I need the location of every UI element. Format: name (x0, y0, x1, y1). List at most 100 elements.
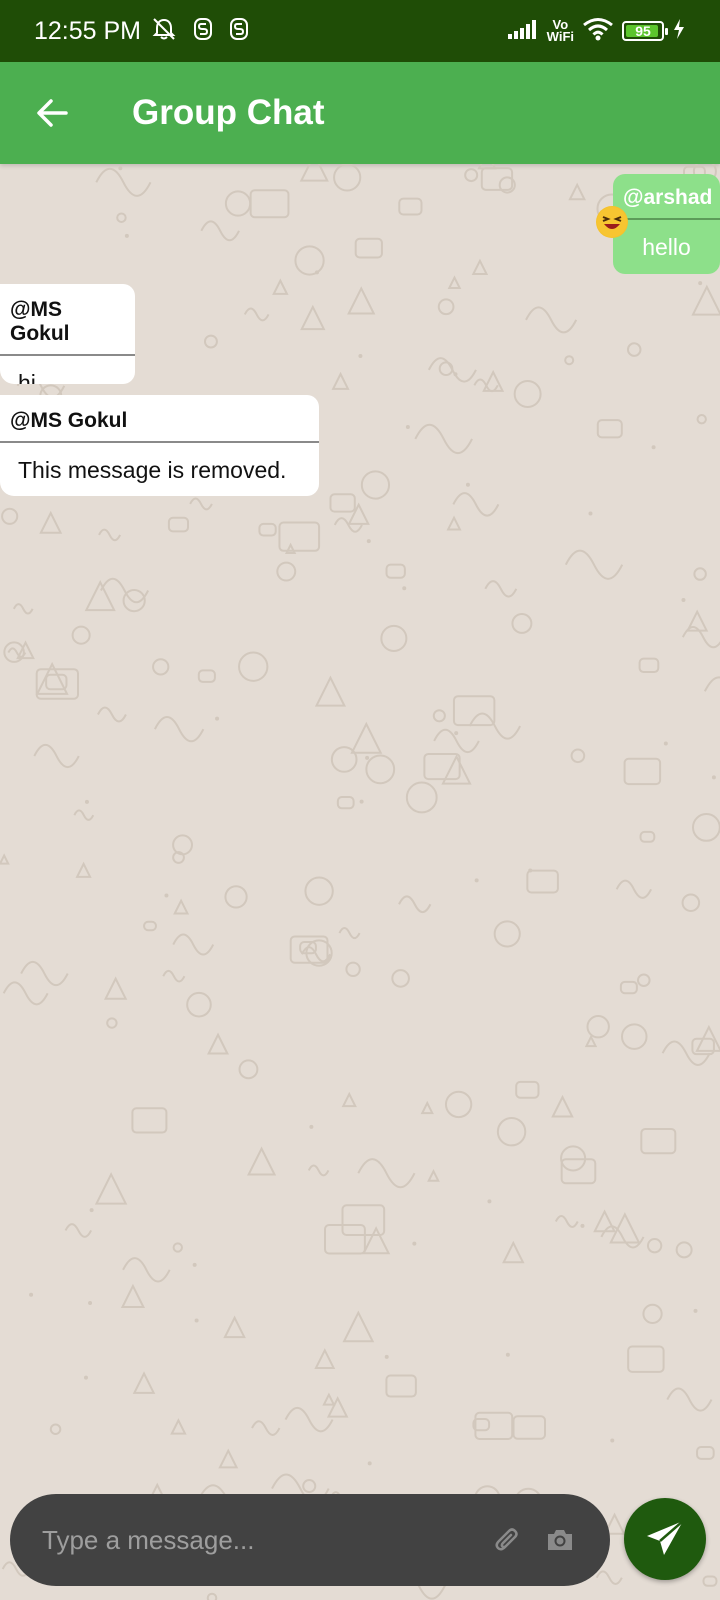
doodle-shape (438, 361, 454, 377)
s-app-icon (229, 17, 249, 46)
doodle-shape (526, 869, 559, 894)
doodle-shape (513, 380, 542, 409)
doodle-shape (639, 830, 656, 843)
doodle-shape (502, 1240, 525, 1264)
doodle-shape (512, 1415, 546, 1440)
doodle-shape (88, 1301, 93, 1306)
doodle-shape (98, 528, 122, 542)
doodle-shape (627, 1345, 665, 1373)
doodle-shape (197, 669, 216, 683)
laughing-emoji-icon[interactable] (596, 206, 628, 238)
doodle-shape (73, 809, 95, 821)
doodle-shape (120, 1283, 146, 1309)
doodle-shape (347, 502, 370, 525)
doodle-shape (49, 1423, 62, 1435)
doodle-shape (284, 1406, 334, 1433)
doodle-shape (39, 510, 63, 534)
doodle-shape (405, 425, 410, 430)
send-button[interactable] (624, 1498, 706, 1580)
doodle-shape (437, 298, 455, 316)
doodle-shape (329, 493, 356, 513)
doodle-shape (206, 1592, 218, 1600)
doodle-shape (357, 1158, 416, 1189)
message-sender: @MS Gokul (0, 395, 319, 443)
doodle-shape (471, 258, 489, 275)
doodle-shape (384, 1354, 389, 1359)
doodle-shape (238, 1059, 259, 1080)
doodle-shape (124, 233, 129, 238)
message-text: This message is removed. (18, 457, 287, 483)
doodle-shape (203, 334, 218, 349)
doodle-shape (106, 1017, 118, 1029)
doodle-shape (238, 651, 269, 682)
doodle-shape (691, 284, 720, 316)
doodle-shape (487, 1199, 492, 1204)
doodle-shape (640, 1127, 677, 1155)
doodle-shape (2, 981, 49, 1006)
doodle-shape (570, 748, 586, 764)
doodle-shape (354, 237, 383, 259)
doodle-shape (189, 497, 213, 511)
doodle-shape (528, 868, 533, 873)
doodle-shape (341, 1091, 357, 1108)
doodle-shape (345, 961, 361, 977)
paperclip-icon[interactable] (488, 1520, 528, 1560)
doodle-shape (515, 1080, 540, 1099)
message-bubble-incoming[interactable]: @MS Gokul hi (0, 284, 135, 384)
doodle-shape (192, 1262, 197, 1267)
doodle-shape (314, 1348, 336, 1369)
doodle-shape (170, 1418, 187, 1435)
message-bubble-outgoing[interactable]: @arshad hello (613, 174, 720, 274)
doodle-shape (560, 1158, 597, 1185)
doodle-shape (473, 378, 499, 393)
doodle-shape (551, 1094, 574, 1118)
doodle-shape (477, 164, 497, 170)
status-bar: 12:55 PM Vo WiFi 95 (0, 0, 720, 62)
doodle-shape (122, 1257, 171, 1283)
doodle-shape (276, 561, 297, 582)
vowifi-indicator: Vo WiFi (546, 18, 574, 44)
doodle-shape (380, 624, 408, 652)
doodle-shape (243, 307, 270, 322)
doodle-shape (223, 1315, 246, 1339)
doodle-shape (452, 492, 500, 517)
doodle-shape (663, 741, 668, 746)
doodle-shape (347, 286, 376, 315)
vowifi-bottom: WiFi (546, 29, 574, 44)
doodle-shape (89, 1208, 94, 1213)
doodle-shape (580, 1223, 585, 1228)
back-button[interactable] (0, 62, 104, 164)
doodle-shape (365, 754, 396, 785)
doodle-shape (172, 933, 215, 956)
doodle-shape (646, 1237, 663, 1254)
doodle-shape (391, 969, 410, 988)
message-sender: @MS Gokul (0, 284, 135, 356)
doodle-shape (333, 164, 362, 192)
doodle-shape (116, 212, 127, 223)
doodle-shape (465, 482, 470, 487)
doodle-shape (95, 167, 152, 197)
doodle-shape (33, 743, 80, 769)
doodle-shape (444, 1090, 473, 1119)
doodle-shape (1, 507, 19, 525)
message-bubble-incoming[interactable]: @MS Gokul This message is removed. (0, 395, 319, 496)
alarm-off-icon (151, 16, 177, 47)
camera-icon[interactable] (540, 1520, 580, 1560)
charging-icon (672, 18, 686, 45)
doodle-shape (623, 757, 662, 786)
doodle-shape (172, 834, 193, 856)
message-input[interactable] (42, 1524, 476, 1556)
doodle-shape (414, 423, 473, 455)
doodle-shape (338, 927, 361, 940)
doodle-shape (304, 876, 334, 906)
doodle-shape (696, 1446, 715, 1460)
doodle-shape (385, 1374, 417, 1398)
doodle-shape (593, 1209, 617, 1233)
doodle-shape (398, 895, 432, 914)
message-text: hello (642, 234, 691, 260)
doodle-shape (83, 1375, 88, 1380)
doodle-shape (493, 920, 521, 948)
doodle-shape (173, 898, 190, 915)
s-app-icon (193, 17, 213, 46)
chat-area[interactable]: @arshad hello @MS Gokul hi @MS Gokul Thi… (0, 164, 720, 1600)
